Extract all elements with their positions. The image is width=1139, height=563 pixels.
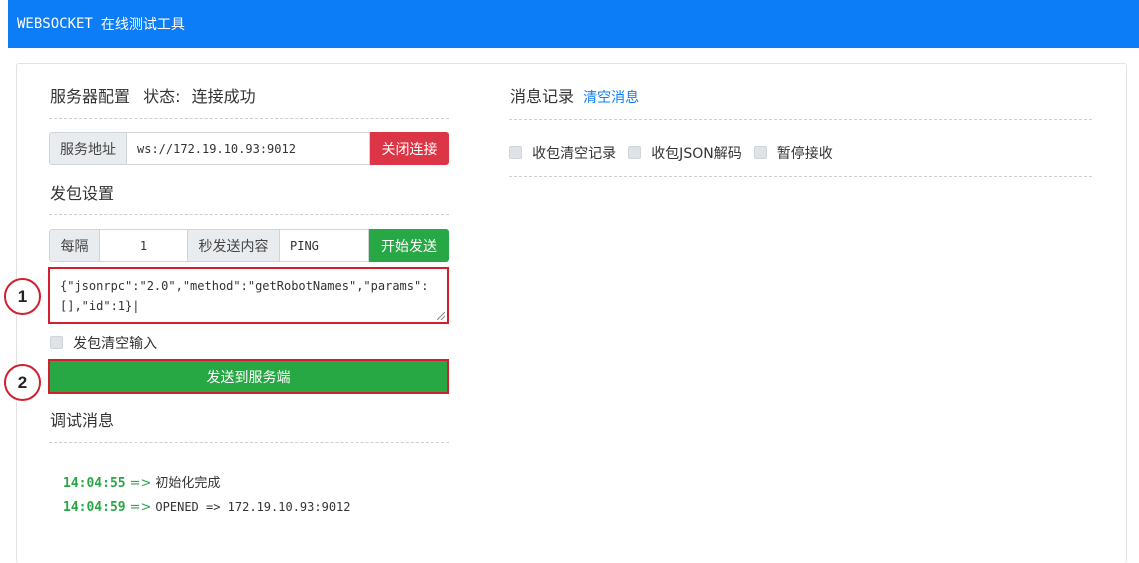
start-send-button[interactable]: 开始发送 (369, 229, 449, 262)
annotation-marker-2: 2 (4, 364, 41, 401)
debug-title: 调试消息 (50, 411, 115, 430)
send-settings-title: 发包设置 (50, 184, 115, 203)
app-brand: WEBSOCKET (17, 16, 93, 32)
divider (49, 442, 449, 443)
content-input[interactable]: PING (280, 229, 369, 262)
close-connection-button[interactable]: 关闭连接 (370, 132, 449, 165)
clear-on-receive-checkbox[interactable] (509, 146, 522, 159)
server-address-group: 服务地址 ws://172.19.10.93:9012 关闭连接 (49, 132, 449, 165)
interval-suffix-label: 秒发送内容 (188, 229, 280, 262)
payload-line: {"jsonrpc":"2.0","method":"getRobotNames… (60, 279, 429, 293)
message-options: 收包清空记录 收包JSON解码 暂停接收 (509, 142, 833, 163)
send-to-server-button[interactable]: 发送到服务端 (48, 359, 449, 394)
payload-textarea[interactable]: {"jsonrpc":"2.0","method":"getRobotNames… (48, 267, 449, 324)
clear-on-send-option[interactable]: 发包清空输入 (50, 332, 157, 353)
interval-prefix-label: 每隔 (49, 229, 100, 262)
server-config-title: 服务器配置 (50, 87, 131, 106)
annotation-marker-1: 1 (4, 278, 41, 315)
option-clear-on-receive[interactable]: 收包清空记录 (509, 142, 616, 163)
log-arrow: => (129, 500, 152, 515)
option-label: 收包JSON解码 (651, 145, 742, 162)
server-address-input[interactable]: ws://172.19.10.93:9012 (127, 132, 370, 165)
clear-on-send-label: 发包清空输入 (73, 335, 158, 352)
messages-heading: 消息记录 清空消息 (510, 83, 639, 107)
messages-title: 消息记录 (510, 87, 575, 106)
log-arrow: => (129, 476, 152, 491)
top-bar: WEBSOCKET 在线测试工具 (8, 0, 1139, 48)
status-value: 连接成功 (191, 87, 256, 106)
divider (509, 176, 1092, 177)
log-entry: 14:04:55 => 初始化完成 (63, 472, 220, 491)
option-pause-receive[interactable]: 暂停接收 (753, 142, 833, 163)
json-decode-checkbox[interactable] (628, 146, 642, 159)
log-message: OPENED => 172.19.10.93:9012 (155, 500, 351, 514)
option-label: 暂停接收 (776, 145, 833, 162)
divider (49, 118, 449, 119)
app-subtitle: 在线测试工具 (100, 17, 185, 33)
divider (509, 119, 1092, 120)
log-time: 14:04:59 (63, 500, 126, 515)
option-json-decode[interactable]: 收包JSON解码 (628, 142, 742, 163)
log-entry: 14:04:59 => OPENED => 172.19.10.93:9012 (63, 500, 351, 515)
option-label: 收包清空记录 (532, 145, 617, 162)
status-prefix: 状态: (143, 87, 181, 106)
address-label: 服务地址 (49, 132, 127, 165)
payload-line: [],"id":1}| (60, 299, 140, 313)
interval-input[interactable]: 1 (100, 229, 188, 262)
server-config-heading: 服务器配置 状态: 连接成功 (50, 83, 256, 107)
log-message: 初始化完成 (155, 476, 221, 491)
clear-messages-link[interactable]: 清空消息 (583, 90, 639, 106)
clear-on-send-checkbox[interactable] (50, 336, 63, 349)
interval-send-group: 每隔 1 秒发送内容 PING 开始发送 (49, 229, 449, 262)
log-time: 14:04:55 (63, 476, 126, 491)
divider (49, 214, 449, 215)
pause-receive-checkbox[interactable] (753, 146, 767, 159)
resize-handle-icon[interactable] (437, 312, 445, 320)
